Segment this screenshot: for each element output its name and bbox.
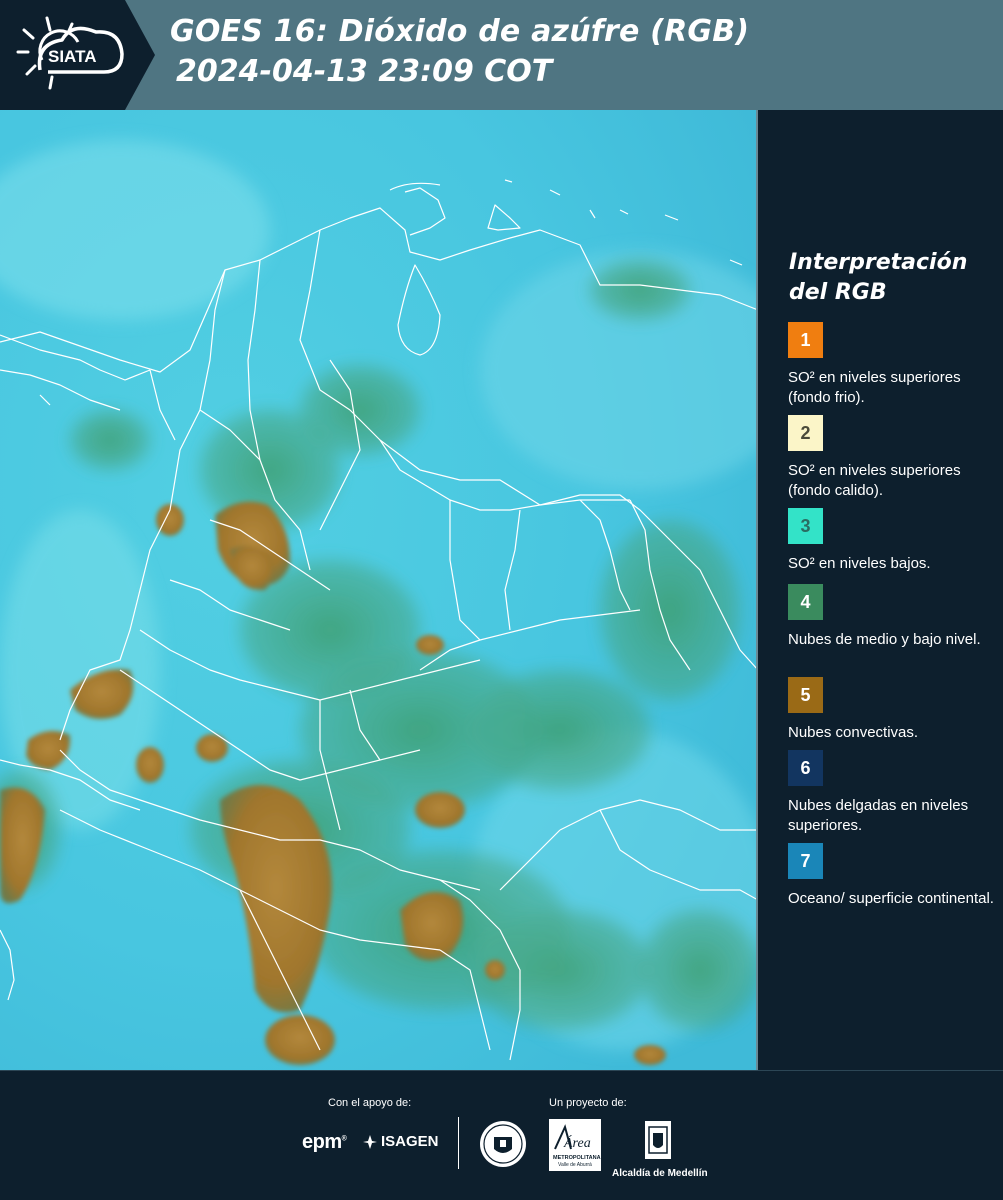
- legend-swatch-6: 6: [788, 750, 823, 786]
- isagen-logo: ISAGEN: [362, 1133, 439, 1150]
- legend-swatch-7: 7: [788, 843, 823, 879]
- page-title: GOES 16: Dióxido de azúfre (RGB): [170, 14, 750, 49]
- legend-text-7: Oceano/ superficie continental.: [788, 890, 994, 907]
- legend-item-5: 5 Nubes convectivas.: [788, 677, 998, 743]
- page-timestamp: 2024-04-13 23:09 COT: [176, 54, 553, 89]
- svg-text:Área: Área: [563, 1134, 591, 1151]
- siata-logo-text: SIATA: [48, 47, 96, 66]
- legend-swatch-2: 2: [788, 415, 823, 451]
- alcaldia-label: Alcaldía de Medellín: [612, 1168, 708, 1179]
- project-label: Un proyecto de:: [549, 1097, 627, 1109]
- footer-divider: [458, 1117, 459, 1169]
- footer-bar: Con el apoyo de: Un proyecto de: epm® IS…: [0, 1070, 1003, 1200]
- area-metropolitana-logo: Área METROPOLITANA Valle de Aburrá: [549, 1119, 601, 1176]
- alcaldia-crest-icon: [645, 1121, 671, 1159]
- isagen-icon: [363, 1134, 377, 1149]
- legend-text-1: SO² en niveles superiores (fondo frio).: [788, 369, 961, 406]
- legend-swatch-5: 5: [788, 677, 823, 713]
- epm-logo: epm®: [302, 1131, 347, 1153]
- legend-swatch-3: 3: [788, 508, 823, 544]
- legend-title: Interpretación del RGB: [789, 250, 968, 305]
- legend-item-4: 4 Nubes de medio y bajo nivel.: [788, 584, 998, 650]
- legend-swatch-1: 1: [788, 322, 823, 358]
- svg-text:Valle de Aburrá: Valle de Aburrá: [558, 1162, 592, 1168]
- legend-text-5: Nubes convectivas.: [788, 724, 919, 741]
- legend-text-2: SO² en niveles superiores (fondo calido)…: [788, 462, 961, 499]
- siata-logo: SIATA: [0, 0, 155, 110]
- legend-item-1: 1 SO² en niveles superiores (fondo frio)…: [788, 322, 998, 408]
- satellite-map: [0, 110, 758, 1070]
- legend-swatch-4: 4: [788, 584, 823, 620]
- medellin-seal-icon: [478, 1119, 528, 1174]
- legend-item-7: 7 Oceano/ superficie continental.: [788, 843, 998, 909]
- legend-text-3: SO² en niveles bajos.: [788, 555, 931, 572]
- alcaldia-logo: Alcaldía de Medellín: [612, 1119, 708, 1179]
- page: SIATA GOES 16: Dióxido de azúfre (RGB) 2…: [0, 0, 1003, 1200]
- legend-panel: Interpretación del RGB 1 SO² en niveles …: [758, 110, 1003, 1070]
- legend-item-6: 6 Nubes delgadas en niveles superiores.: [788, 750, 998, 836]
- header-bar: SIATA GOES 16: Dióxido de azúfre (RGB) 2…: [0, 0, 1003, 110]
- legend-text-4: Nubes de medio y bajo nivel.: [788, 631, 981, 648]
- svg-text:METROPOLITANA: METROPOLITANA: [553, 1155, 601, 1161]
- support-label: Con el apoyo de:: [328, 1097, 412, 1109]
- legend-text-6: Nubes delgadas en niveles superiores.: [788, 797, 969, 834]
- legend-item-3: 3 SO² en niveles bajos.: [788, 508, 998, 574]
- legend-item-2: 2 SO² en niveles superiores (fondo calid…: [788, 415, 998, 513]
